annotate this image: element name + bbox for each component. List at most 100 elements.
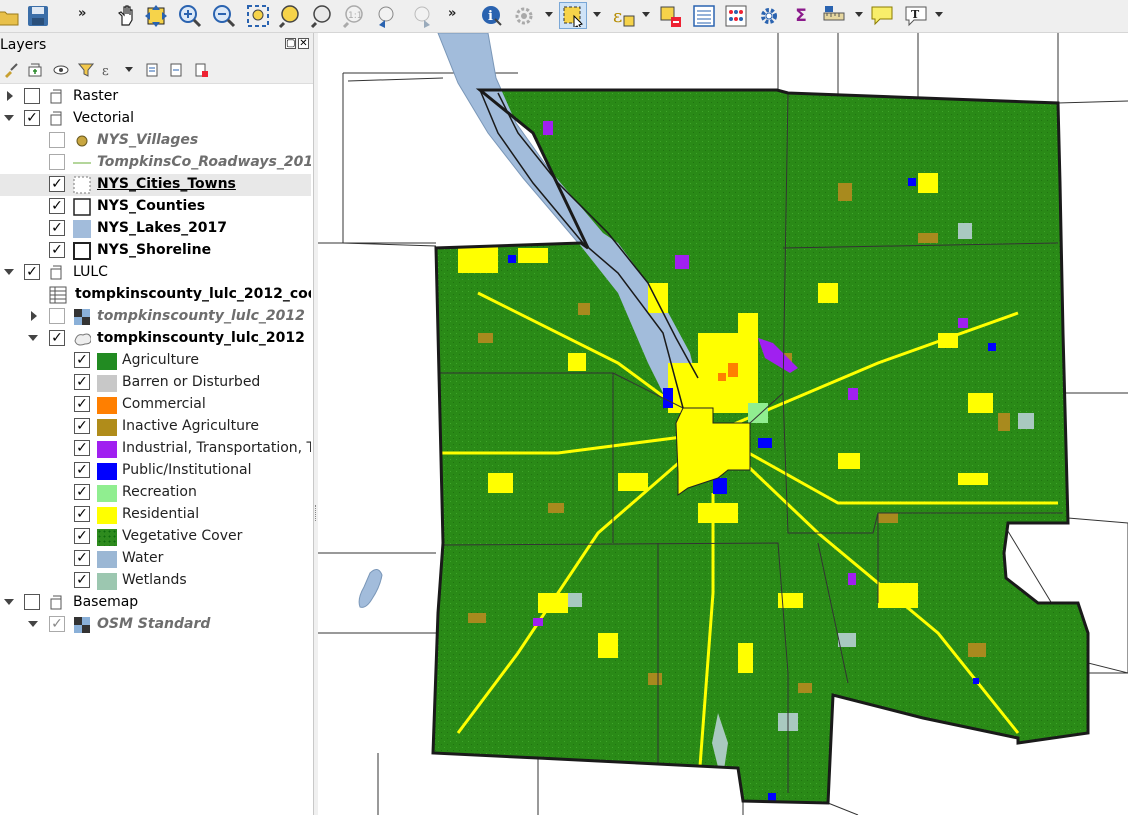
deselect-all-icon[interactable] bbox=[656, 2, 684, 29]
chevron-down-icon[interactable] bbox=[593, 12, 601, 17]
layer-checkbox[interactable] bbox=[24, 594, 40, 610]
zoom-native-resolution-icon[interactable]: 1:1 bbox=[340, 2, 368, 29]
legend-checkbox[interactable]: ✓ bbox=[74, 506, 90, 522]
legend-item-residential[interactable]: ✓ Residential bbox=[0, 504, 311, 526]
chevron-down-icon[interactable] bbox=[855, 12, 863, 17]
pan-to-selection-icon[interactable] bbox=[142, 2, 170, 29]
legend-checkbox[interactable]: ✓ bbox=[74, 418, 90, 434]
layer-group-basemap[interactable]: Basemap bbox=[0, 592, 311, 614]
legend-checkbox[interactable]: ✓ bbox=[74, 550, 90, 566]
layer-nys-shoreline[interactable]: ✓ NYS_Shoreline bbox=[0, 240, 311, 262]
legend-checkbox[interactable]: ✓ bbox=[74, 352, 90, 368]
more-tools-icon[interactable]: » bbox=[448, 6, 456, 21]
zoom-full-icon[interactable] bbox=[244, 2, 272, 29]
map-drawing[interactable] bbox=[318, 33, 1128, 815]
layer-group-raster[interactable]: Raster bbox=[0, 86, 311, 108]
chevron-right-icon[interactable] bbox=[4, 91, 14, 101]
chevron-down-icon[interactable] bbox=[28, 619, 38, 629]
close-panel-icon[interactable]: ✕ bbox=[298, 38, 309, 49]
field-calculator-icon[interactable] bbox=[722, 2, 750, 29]
layer-checkbox[interactable] bbox=[49, 308, 65, 324]
legend-checkbox[interactable]: ✓ bbox=[74, 462, 90, 478]
map-canvas[interactable] bbox=[318, 33, 1128, 815]
layer-nys-cities-towns[interactable]: ✓ NYS_Cities_Towns bbox=[0, 174, 311, 196]
layer-osm-standard[interactable]: ✓ OSM Standard bbox=[0, 614, 311, 636]
layer-styling-icon[interactable] bbox=[2, 61, 20, 79]
processing-toolbox-icon[interactable] bbox=[755, 2, 783, 29]
layer-lulc-codifi-table[interactable]: tompkinscounty_lulc_2012_codifi bbox=[0, 284, 311, 306]
more-tools-icon[interactable]: » bbox=[78, 6, 86, 21]
chevron-down-icon[interactable] bbox=[935, 12, 943, 17]
legend-item-public-institutional[interactable]: ✓ Public/Institutional bbox=[0, 460, 311, 482]
layer-checkbox[interactable]: ✓ bbox=[24, 264, 40, 280]
zoom-to-layer-icon[interactable] bbox=[308, 2, 336, 29]
chevron-down-icon[interactable] bbox=[545, 12, 553, 17]
measure-line-icon[interactable] bbox=[820, 2, 848, 29]
run-action-icon[interactable] bbox=[510, 2, 538, 29]
zoom-to-selection-icon[interactable] bbox=[276, 2, 304, 29]
float-panel-icon[interactable]: ▢ bbox=[285, 38, 296, 49]
layer-checkbox[interactable] bbox=[49, 154, 65, 170]
layer-checkbox[interactable] bbox=[24, 88, 40, 104]
save-project-icon[interactable] bbox=[24, 2, 52, 29]
add-group-icon[interactable] bbox=[26, 61, 44, 79]
filter-by-expression-icon[interactable]: ε bbox=[100, 61, 118, 79]
layer-checkbox[interactable]: ✓ bbox=[49, 330, 65, 346]
legend-item-commercial[interactable]: ✓ Commercial bbox=[0, 394, 311, 416]
legend-checkbox[interactable]: ✓ bbox=[74, 528, 90, 544]
map-tips-icon[interactable] bbox=[868, 2, 896, 29]
select-features-icon[interactable] bbox=[559, 2, 587, 29]
legend-item-inactive-agriculture[interactable]: ✓ Inactive Agriculture bbox=[0, 416, 311, 438]
layer-checkbox[interactable]: ✓ bbox=[49, 220, 65, 236]
layer-nys-counties[interactable]: ✓ NYS_Counties bbox=[0, 196, 311, 218]
legend-item-vegetative-cover[interactable]: ✓ Vegetative Cover bbox=[0, 526, 311, 548]
text-annotation-icon[interactable]: T bbox=[902, 2, 930, 29]
legend-item-wetlands[interactable]: ✓ Wetlands bbox=[0, 570, 311, 592]
statistics-sum-icon[interactable]: Σ bbox=[787, 2, 815, 29]
chevron-down-icon[interactable] bbox=[642, 12, 650, 17]
legend-item-agriculture[interactable]: ✓ Agriculture bbox=[0, 350, 311, 372]
zoom-out-icon[interactable] bbox=[210, 2, 238, 29]
layer-nys-villages[interactable]: NYS_Villages bbox=[0, 130, 311, 152]
legend-item-barren[interactable]: ✓ Barren or Disturbed bbox=[0, 372, 311, 394]
legend-checkbox[interactable]: ✓ bbox=[74, 440, 90, 456]
legend-item-industrial[interactable]: ✓ Industrial, Transportation, Tra bbox=[0, 438, 311, 460]
chevron-down-icon[interactable] bbox=[4, 597, 14, 607]
legend-item-recreation[interactable]: ✓ Recreation bbox=[0, 482, 311, 504]
layer-lulc-raster[interactable]: tompkinscounty_lulc_2012 bbox=[0, 306, 311, 328]
layer-group-lulc[interactable]: ✓ LULC bbox=[0, 262, 311, 284]
remove-layer-icon[interactable] bbox=[192, 61, 210, 79]
legend-checkbox[interactable]: ✓ bbox=[74, 572, 90, 588]
chevron-down-icon[interactable] bbox=[28, 333, 38, 343]
select-by-expression-icon[interactable]: ε bbox=[610, 2, 638, 29]
expand-all-icon[interactable] bbox=[143, 61, 161, 79]
zoom-in-icon[interactable] bbox=[176, 2, 204, 29]
chevron-down-icon[interactable] bbox=[4, 113, 14, 123]
legend-checkbox[interactable]: ✓ bbox=[74, 374, 90, 390]
identify-features-icon[interactable]: i bbox=[478, 2, 506, 29]
zoom-next-icon[interactable] bbox=[408, 2, 436, 29]
layer-checkbox[interactable]: ✓ bbox=[49, 176, 65, 192]
pan-map-icon[interactable] bbox=[112, 2, 140, 29]
legend-checkbox[interactable]: ✓ bbox=[74, 484, 90, 500]
layer-group-vectorial[interactable]: ✓ Vectorial bbox=[0, 108, 311, 130]
chevron-down-icon[interactable] bbox=[125, 67, 133, 72]
layer-checkbox[interactable]: ✓ bbox=[49, 616, 65, 632]
layer-tompkins-roadways[interactable]: TompkinsCo_Roadways_2018 bbox=[0, 152, 311, 174]
collapse-all-icon[interactable] bbox=[167, 61, 185, 79]
attribute-table-icon[interactable] bbox=[690, 2, 718, 29]
layer-checkbox[interactable]: ✓ bbox=[49, 198, 65, 214]
layer-checkbox[interactable] bbox=[49, 132, 65, 148]
zoom-last-icon[interactable] bbox=[374, 2, 402, 29]
legend-item-water[interactable]: ✓ Water bbox=[0, 548, 311, 570]
layer-lulc-vector[interactable]: ✓ tompkinscounty_lulc_2012 bbox=[0, 328, 311, 350]
layer-checkbox[interactable]: ✓ bbox=[49, 242, 65, 258]
layer-checkbox[interactable]: ✓ bbox=[24, 110, 40, 126]
open-project-icon[interactable] bbox=[0, 2, 22, 29]
layer-nys-lakes[interactable]: ✓ NYS_Lakes_2017 bbox=[0, 218, 311, 240]
chevron-down-icon[interactable] bbox=[4, 267, 14, 277]
chevron-right-icon[interactable] bbox=[28, 311, 38, 321]
filter-legend-icon[interactable] bbox=[77, 61, 95, 79]
legend-checkbox[interactable]: ✓ bbox=[74, 396, 90, 412]
manage-visibility-icon[interactable] bbox=[52, 61, 70, 79]
